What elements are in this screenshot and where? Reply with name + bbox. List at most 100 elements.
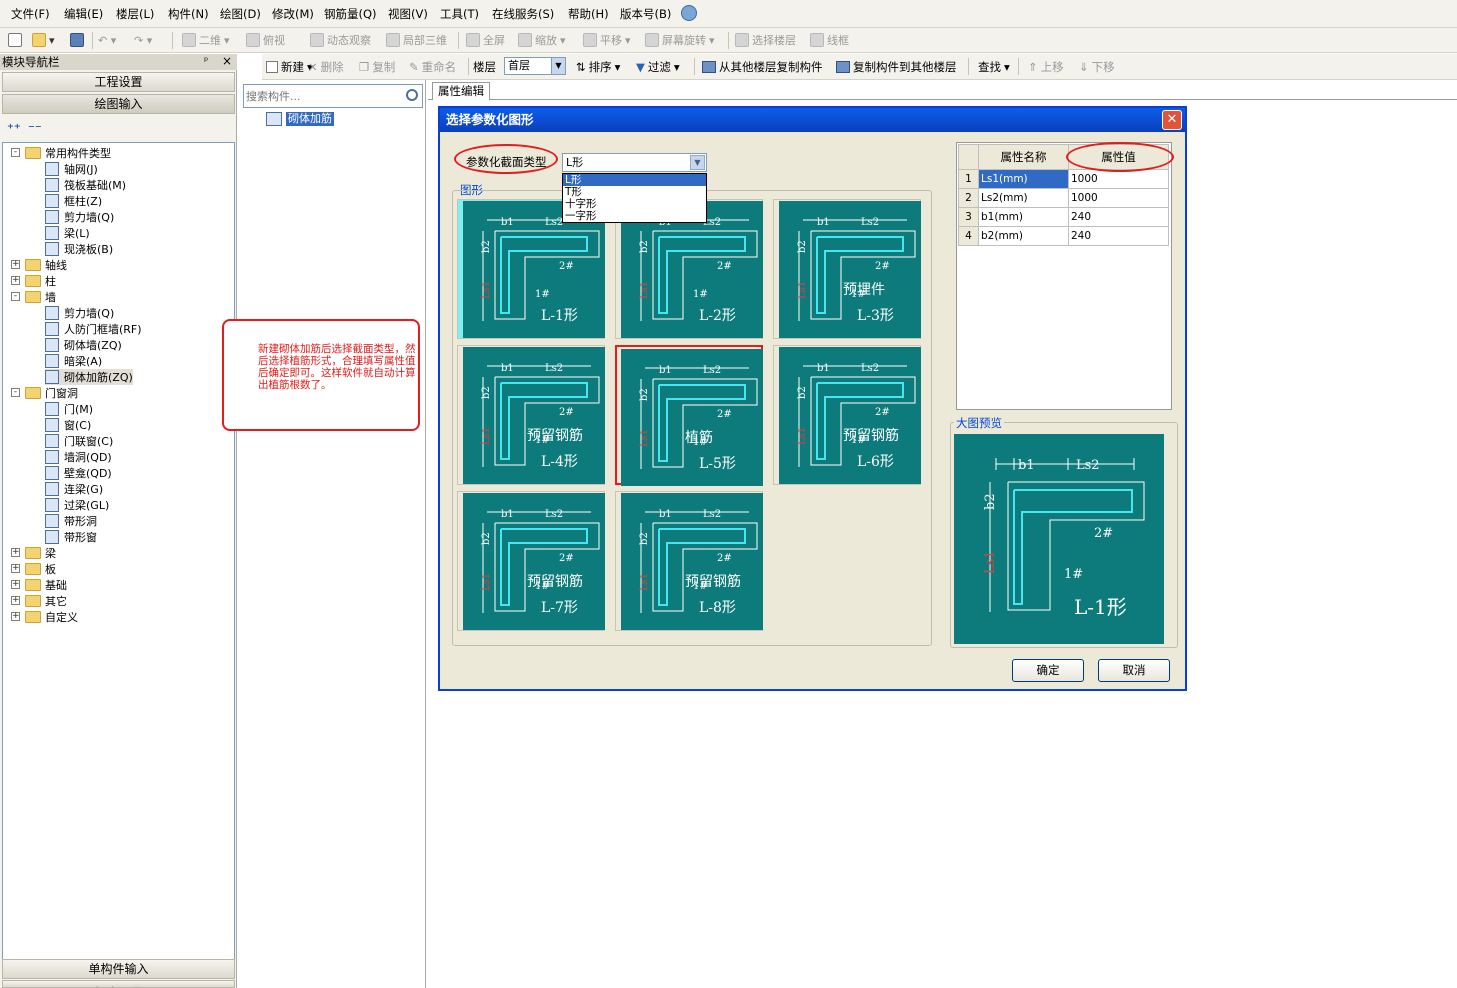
component-item-masonry-rebar[interactable]: 砌体加筋 (286, 112, 334, 126)
tree-item[interactable]: 过梁(GL) (45, 497, 109, 513)
rename-button[interactable]: ✎ 重命名 (409, 59, 456, 75)
tree-item[interactable]: 砌体加筋(ZQ) (45, 369, 133, 385)
find-button[interactable]: 查找 ▾ (978, 59, 1010, 75)
menu-draw[interactable]: 绘图(D) (220, 6, 261, 22)
option-straight-shape[interactable]: 一字形 (563, 210, 706, 222)
zoom-button[interactable]: 缩放 ▾ (518, 32, 566, 48)
tree-item[interactable]: 门(M) (45, 401, 93, 417)
shape-card-7[interactable]: b1 Ls2 b2 Ls1 2# 1# 预留钢筋 L-7形 (457, 491, 605, 631)
menu-component[interactable]: 构件(N) (168, 6, 209, 22)
chevron-down-icon[interactable]: ▼ (551, 58, 565, 74)
tree-item[interactable]: 墙洞(QD) (45, 449, 112, 465)
select-floor-button[interactable]: 选择楼层 (735, 32, 796, 48)
new-file-icon[interactable] (8, 32, 22, 48)
menu-modify[interactable]: 修改(M) (272, 6, 314, 22)
single-component-input-button[interactable]: 单构件输入 (2, 959, 235, 979)
chevron-down-icon[interactable]: ▼ (690, 155, 705, 170)
undo-icon[interactable]: ↶ ▾ (98, 32, 116, 48)
tree-item[interactable]: 剪力墙(Q) (45, 209, 114, 225)
floor-select[interactable]: 首层 ▼ (504, 57, 566, 75)
expand-icon[interactable]: + (11, 612, 20, 621)
search-input[interactable] (246, 88, 396, 104)
expand-icon[interactable]: + (11, 276, 20, 285)
prop-value[interactable]: 1000 (1068, 188, 1169, 208)
prop-value[interactable]: 1000 (1068, 169, 1169, 189)
tree-item[interactable]: 砌体墙(ZQ) (45, 337, 122, 353)
update-icon[interactable] (681, 5, 697, 21)
shape-card-3[interactable]: b1 Ls2 b2 Ls1 2# 1# 预埋件 L-3形 (773, 199, 921, 339)
tree-item[interactable]: 连梁(G) (45, 481, 103, 497)
tree-folder[interactable]: + 基础 (11, 577, 67, 593)
fullscreen-button[interactable]: 全屏 (466, 32, 505, 48)
sort-button[interactable]: ⇅ 排序 ▾ (576, 59, 620, 75)
tree-folder[interactable]: + 柱 (11, 273, 56, 289)
menu-file[interactable]: 文件(F) (11, 6, 50, 22)
tree-item[interactable]: 壁龛(QD) (45, 465, 112, 481)
pan-button[interactable]: 平移 ▾ (583, 32, 631, 48)
table-row[interactable]: 4 b2(mm) 240 (958, 226, 1169, 246)
tree-item[interactable]: 窗(C) (45, 417, 91, 433)
menu-tools[interactable]: 工具(T) (440, 6, 479, 22)
project-settings-button[interactable]: 工程设置 (2, 72, 235, 92)
shape-card-4[interactable]: b1 Ls2 b2 Ls1 2# 1# 预留钢筋 L-4形 (457, 345, 605, 485)
tree-folder[interactable]: - 常用构件类型 (11, 145, 111, 161)
section-type-select[interactable]: L形 ▼ (562, 153, 707, 172)
prop-value[interactable]: 240 (1068, 226, 1169, 246)
tree-item[interactable]: 门联窗(C) (45, 433, 113, 449)
tree-item[interactable]: 人防门框墙(RF) (45, 321, 142, 337)
tree-item[interactable]: 筏板基础(M) (45, 177, 126, 193)
draw-input-button[interactable]: 绘图输入 (2, 94, 235, 114)
open-folder-icon[interactable]: ▾ (32, 32, 55, 48)
tree-folder[interactable]: -墙 (11, 289, 56, 305)
menu-view[interactable]: 视图(V) (388, 6, 428, 22)
pin-icon[interactable]: ᵖ (204, 56, 208, 67)
search-icon[interactable] (406, 89, 418, 101)
tree-item[interactable]: 剪力墙(Q) (45, 305, 114, 321)
local-3d-button[interactable]: 局部三维 (386, 32, 447, 48)
tree-item[interactable]: 带形洞 (45, 513, 97, 529)
expand-icon[interactable]: + (11, 596, 20, 605)
expand-icon[interactable]: + (11, 548, 20, 557)
expand-icon[interactable]: + (11, 580, 20, 589)
menu-edit[interactable]: 编辑(E) (64, 6, 103, 22)
table-row[interactable]: 1 Ls1(mm) 1000 (958, 169, 1169, 189)
tab-attribute-edit[interactable]: 属性编辑 (432, 82, 490, 100)
dialog-close-button[interactable]: ✕ (1162, 110, 1182, 130)
expand-icon[interactable]: + (11, 260, 20, 269)
tree-item[interactable]: 框柱(Z) (45, 193, 102, 209)
save-icon[interactable] (70, 32, 84, 48)
filter-button[interactable]: ▼ 过滤 ▾ (636, 59, 680, 75)
collapse-all-icon[interactable]: ⁻⁻ (28, 122, 42, 137)
cancel-button[interactable]: 取消 (1098, 659, 1170, 682)
copy-to-floor-button[interactable]: 复制构件到其他楼层 (836, 59, 957, 75)
menu-floor[interactable]: 楼层(L) (116, 6, 154, 22)
menu-help[interactable]: 帮助(H) (568, 6, 609, 22)
collapse-icon[interactable]: - (11, 292, 20, 301)
table-row[interactable]: 2 Ls2(mm) 1000 (958, 188, 1169, 208)
collapse-icon[interactable]: - (11, 148, 20, 157)
option-l-shape[interactable]: L形 (563, 174, 706, 186)
new-button[interactable]: 新建 ▾ (266, 59, 313, 75)
tree-item[interactable]: 带形窗 (45, 529, 97, 545)
wireframe-button[interactable]: 线框 (810, 32, 849, 48)
expand-icon[interactable]: + (11, 564, 20, 573)
shape-card-6[interactable]: b1 Ls2 b2 Ls1 2# 1# 预留钢筋 L-6形 (773, 345, 921, 485)
copy-from-floor-button[interactable]: 从其他楼层复制构件 (702, 59, 823, 75)
collapse-icon[interactable]: - (11, 388, 20, 397)
move-down-button[interactable]: ⇓ 下移 (1079, 59, 1115, 75)
tree-item[interactable]: 现浇板(B) (45, 241, 113, 257)
move-up-button[interactable]: ⇑ 上移 (1028, 59, 1064, 75)
tree-folder[interactable]: + 其它 (11, 593, 67, 609)
expand-all-icon[interactable]: ⁺⁺ (7, 122, 21, 137)
prop-value[interactable]: 240 (1068, 207, 1169, 227)
menu-online[interactable]: 在线服务(S) (492, 6, 554, 22)
redo-icon[interactable]: ↷ ▾ (134, 32, 152, 48)
dynamic-view-button[interactable]: 动态观察 (310, 32, 371, 48)
view-2d-button[interactable]: 二维 ▾ (182, 32, 230, 48)
view-top-button[interactable]: 俯视 (246, 32, 285, 48)
tree-item[interactable]: 暗梁(A) (45, 353, 102, 369)
ok-button[interactable]: 确定 (1012, 659, 1084, 682)
option-cross-shape[interactable]: 十字形 (563, 198, 706, 210)
menu-version[interactable]: 版本号(B) (620, 6, 671, 22)
rotate-screen-button[interactable]: 屏幕旋转 ▾ (645, 32, 715, 48)
